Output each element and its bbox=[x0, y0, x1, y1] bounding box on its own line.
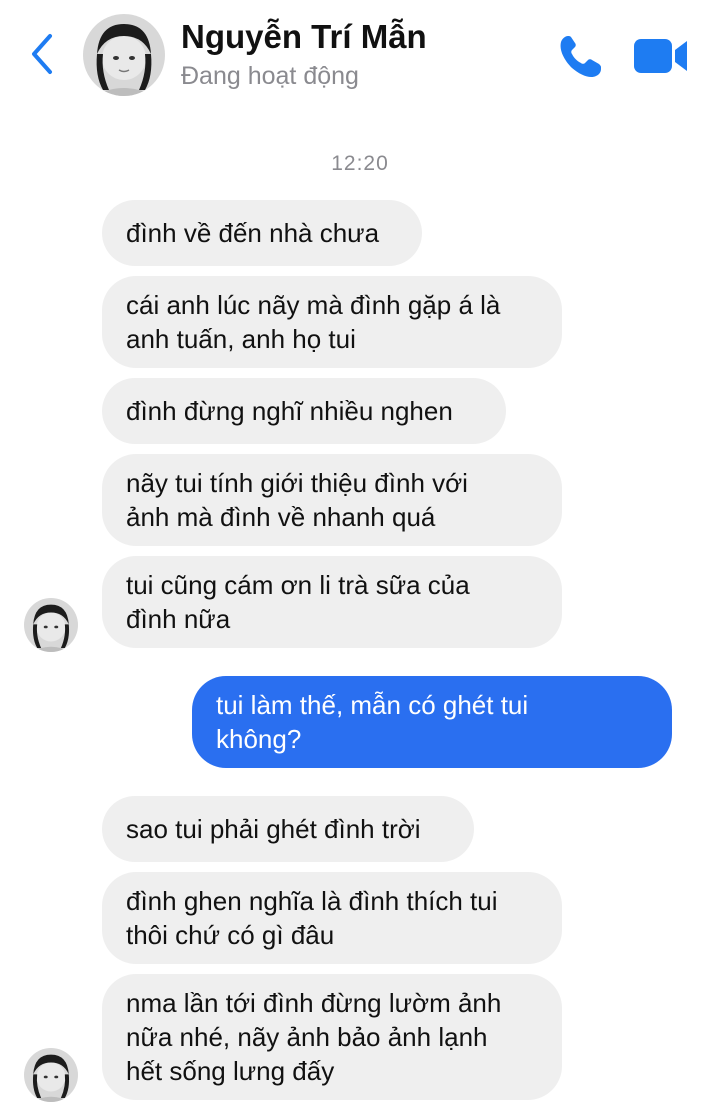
incoming-message[interactable]: cái anh lúc nãy mà đình gặp á là anh tuấ… bbox=[102, 276, 562, 368]
sender-avatar[interactable] bbox=[24, 1048, 78, 1102]
contact-status: Đang hoạt động bbox=[181, 62, 359, 90]
chevron-left-icon bbox=[32, 34, 52, 74]
incoming-message[interactable]: nma lần tới đình đừng lườm ảnh nữa nhé, … bbox=[102, 974, 562, 1100]
chat-screen: Nguyễn Trí Mẫn Đang hoạt động 12:20 đình… bbox=[0, 0, 720, 1114]
incoming-message[interactable]: tui cũng cám ơn li trà sữa của đình nữa bbox=[102, 556, 562, 648]
avatar-photo bbox=[24, 1048, 78, 1102]
incoming-message[interactable]: đình đừng nghĩ nhiều nghen bbox=[102, 378, 506, 444]
video-camera-icon bbox=[634, 39, 687, 73]
message-timestamp: 12:20 bbox=[331, 152, 389, 175]
sender-avatar[interactable] bbox=[24, 598, 78, 652]
back-button[interactable] bbox=[24, 30, 60, 78]
phone-icon bbox=[560, 36, 601, 78]
incoming-message[interactable]: nãy tui tính giới thiệu đình với ảnh mà … bbox=[102, 454, 562, 546]
avatar-photo bbox=[24, 598, 78, 652]
outgoing-message[interactable]: tui làm thế, mẫn có ghét tui không? bbox=[192, 676, 672, 768]
video-call-button[interactable] bbox=[632, 36, 690, 76]
voice-call-button[interactable] bbox=[556, 32, 604, 80]
chat-header: Nguyễn Trí Mẫn Đang hoạt động bbox=[0, 0, 720, 110]
contact-avatar[interactable] bbox=[83, 14, 165, 96]
incoming-message[interactable]: đình về đến nhà chưa bbox=[102, 200, 422, 266]
incoming-message[interactable]: sao tui phải ghét đình trời bbox=[102, 796, 474, 862]
incoming-message[interactable]: đình ghen nghĩa là đình thích tui thôi c… bbox=[102, 872, 562, 964]
avatar-photo bbox=[83, 14, 165, 96]
contact-name[interactable]: Nguyễn Trí Mẫn bbox=[181, 18, 427, 56]
